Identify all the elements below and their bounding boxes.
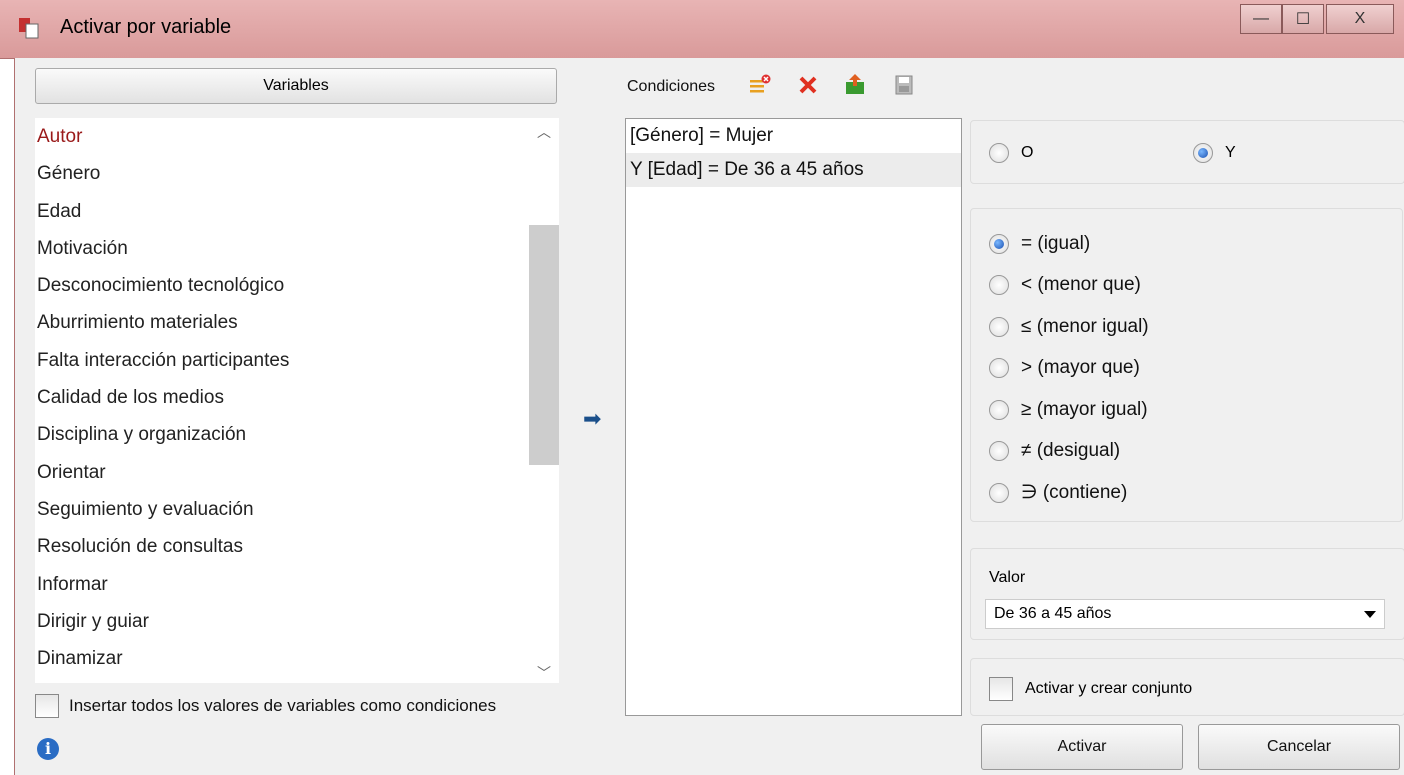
variable-item[interactable]: Género xyxy=(35,155,558,192)
operator-radio[interactable] xyxy=(989,233,1009,254)
operator-label: ≠ (desigual) xyxy=(1021,440,1121,462)
condition-item[interactable]: [Género] = Mujer xyxy=(626,119,961,153)
operator-option[interactable]: > (mayor que) xyxy=(971,348,1402,390)
conditions-list[interactable]: [Género] = Mujer Y [Edad] = De 36 a 45 añ… xyxy=(625,118,962,716)
operator-option[interactable]: ∋ (contiene) xyxy=(971,472,1402,514)
conditions-toolbar xyxy=(747,72,917,98)
variable-item[interactable]: Edad xyxy=(35,193,558,230)
variable-item[interactable]: Orientar xyxy=(35,454,558,491)
title-bar: Activar por variable — ☐ X xyxy=(0,0,1404,59)
operator-label: > (mayor que) xyxy=(1021,357,1140,379)
operator-label: < (menor que) xyxy=(1021,274,1141,296)
logic-y-label: Y xyxy=(1225,144,1236,161)
cancelar-button[interactable]: Cancelar xyxy=(1198,724,1400,770)
create-set-checkbox[interactable] xyxy=(989,677,1013,701)
save-icon[interactable] xyxy=(891,72,917,98)
logic-panel: O Y xyxy=(970,120,1404,184)
valor-panel: Valor De 36 a 45 años xyxy=(970,548,1404,640)
minimize-button[interactable]: — xyxy=(1240,4,1282,34)
operator-label: ≤ (menor igual) xyxy=(1021,315,1149,337)
operator-option[interactable]: ≥ (mayor igual) xyxy=(971,389,1402,431)
dialog-body: Variables Autor Género Edad Motivación Desco… xyxy=(14,58,1404,775)
operator-radio[interactable] xyxy=(989,358,1009,379)
scroll-thumb[interactable] xyxy=(529,225,559,465)
logic-o-label: O xyxy=(1021,144,1034,161)
operator-radio[interactable] xyxy=(989,399,1009,420)
condition-item[interactable]: Y [Edad] = De 36 a 45 años xyxy=(626,153,961,187)
variables-scrollbar[interactable]: ︿ ﹀ xyxy=(529,118,559,683)
operator-option[interactable]: ≠ (desigual) xyxy=(971,431,1402,473)
app-icon xyxy=(19,18,39,39)
operator-option[interactable]: = (igual) xyxy=(971,223,1402,265)
operator-radio[interactable] xyxy=(989,441,1009,462)
logic-y-radio[interactable] xyxy=(1193,143,1213,163)
create-set-row: Activar y crear conjunto xyxy=(989,677,1192,701)
clear-list-icon[interactable] xyxy=(747,72,773,98)
variable-item[interactable]: Calidad de los medios xyxy=(35,379,558,416)
logic-o-radio[interactable] xyxy=(989,143,1009,163)
insert-all-label: Insertar todos los valores de variables … xyxy=(69,696,497,715)
operator-label: ∋ (contiene) xyxy=(1021,482,1128,504)
logic-y-option[interactable]: Y xyxy=(1193,143,1236,163)
operator-radio[interactable] xyxy=(989,316,1009,337)
variable-item[interactable]: Informar xyxy=(35,566,558,603)
dropdown-arrow-icon[interactable] xyxy=(1364,610,1376,618)
variable-item[interactable]: Dirigir y guiar xyxy=(35,603,558,640)
insert-all-checkbox[interactable] xyxy=(35,694,59,718)
variable-item[interactable]: Resolución de consultas xyxy=(35,528,558,565)
variable-item[interactable]: Desconocimiento tecnológico xyxy=(35,267,558,304)
create-set-panel: Activar y crear conjunto xyxy=(970,658,1404,716)
scroll-down-icon[interactable]: ﹀ xyxy=(529,663,559,683)
activar-button[interactable]: Activar xyxy=(981,724,1183,770)
operator-option[interactable]: < (menor que) xyxy=(971,265,1402,307)
valor-label: Valor xyxy=(989,569,1026,586)
logic-o-option[interactable]: O xyxy=(989,143,1033,163)
valor-selected-value: De 36 a 45 años xyxy=(994,605,1112,622)
create-set-label: Activar y crear conjunto xyxy=(1025,680,1193,697)
arrow-right-icon[interactable]: ➡ xyxy=(583,406,601,432)
valor-select[interactable]: De 36 a 45 años xyxy=(985,599,1385,629)
window-controls: — ☐ X xyxy=(1240,4,1394,34)
close-button[interactable]: X xyxy=(1326,4,1394,34)
variables-button[interactable]: Variables xyxy=(35,68,557,104)
operator-radio[interactable] xyxy=(989,275,1009,296)
maximize-button[interactable]: ☐ xyxy=(1282,4,1324,34)
variable-item[interactable]: Dinamizar xyxy=(35,640,558,677)
operator-panel: = (igual) < (menor que) ≤ (menor igual) > (… xyxy=(970,208,1403,522)
operator-label: = (igual) xyxy=(1021,232,1091,254)
variable-item[interactable]: Aburrimiento materiales xyxy=(35,304,558,341)
operator-label: ≥ (mayor igual) xyxy=(1021,398,1148,420)
conditions-label: Condiciones xyxy=(627,78,716,95)
variable-item[interactable]: Motivación xyxy=(35,230,558,267)
operator-option[interactable]: ≤ (menor igual) xyxy=(971,306,1402,348)
operator-radio[interactable] xyxy=(989,482,1009,503)
info-icon[interactable]: i xyxy=(37,738,59,760)
window-title: Activar por variable xyxy=(60,16,232,38)
variable-item[interactable]: Seguimiento y evaluación xyxy=(35,491,558,528)
export-icon[interactable] xyxy=(843,72,869,98)
variables-list[interactable]: Autor Género Edad Motivación Desconocimiento… xyxy=(35,118,558,683)
variable-item[interactable]: Falta interacción participantes xyxy=(35,342,558,379)
delete-icon[interactable] xyxy=(795,72,821,98)
scroll-up-icon[interactable]: ︿ xyxy=(529,122,559,142)
variable-item[interactable]: Disciplina y organización xyxy=(35,416,558,453)
insert-all-row: Insertar todos los valores de variables … xyxy=(35,694,496,718)
variable-item[interactable]: Autor xyxy=(35,118,558,155)
